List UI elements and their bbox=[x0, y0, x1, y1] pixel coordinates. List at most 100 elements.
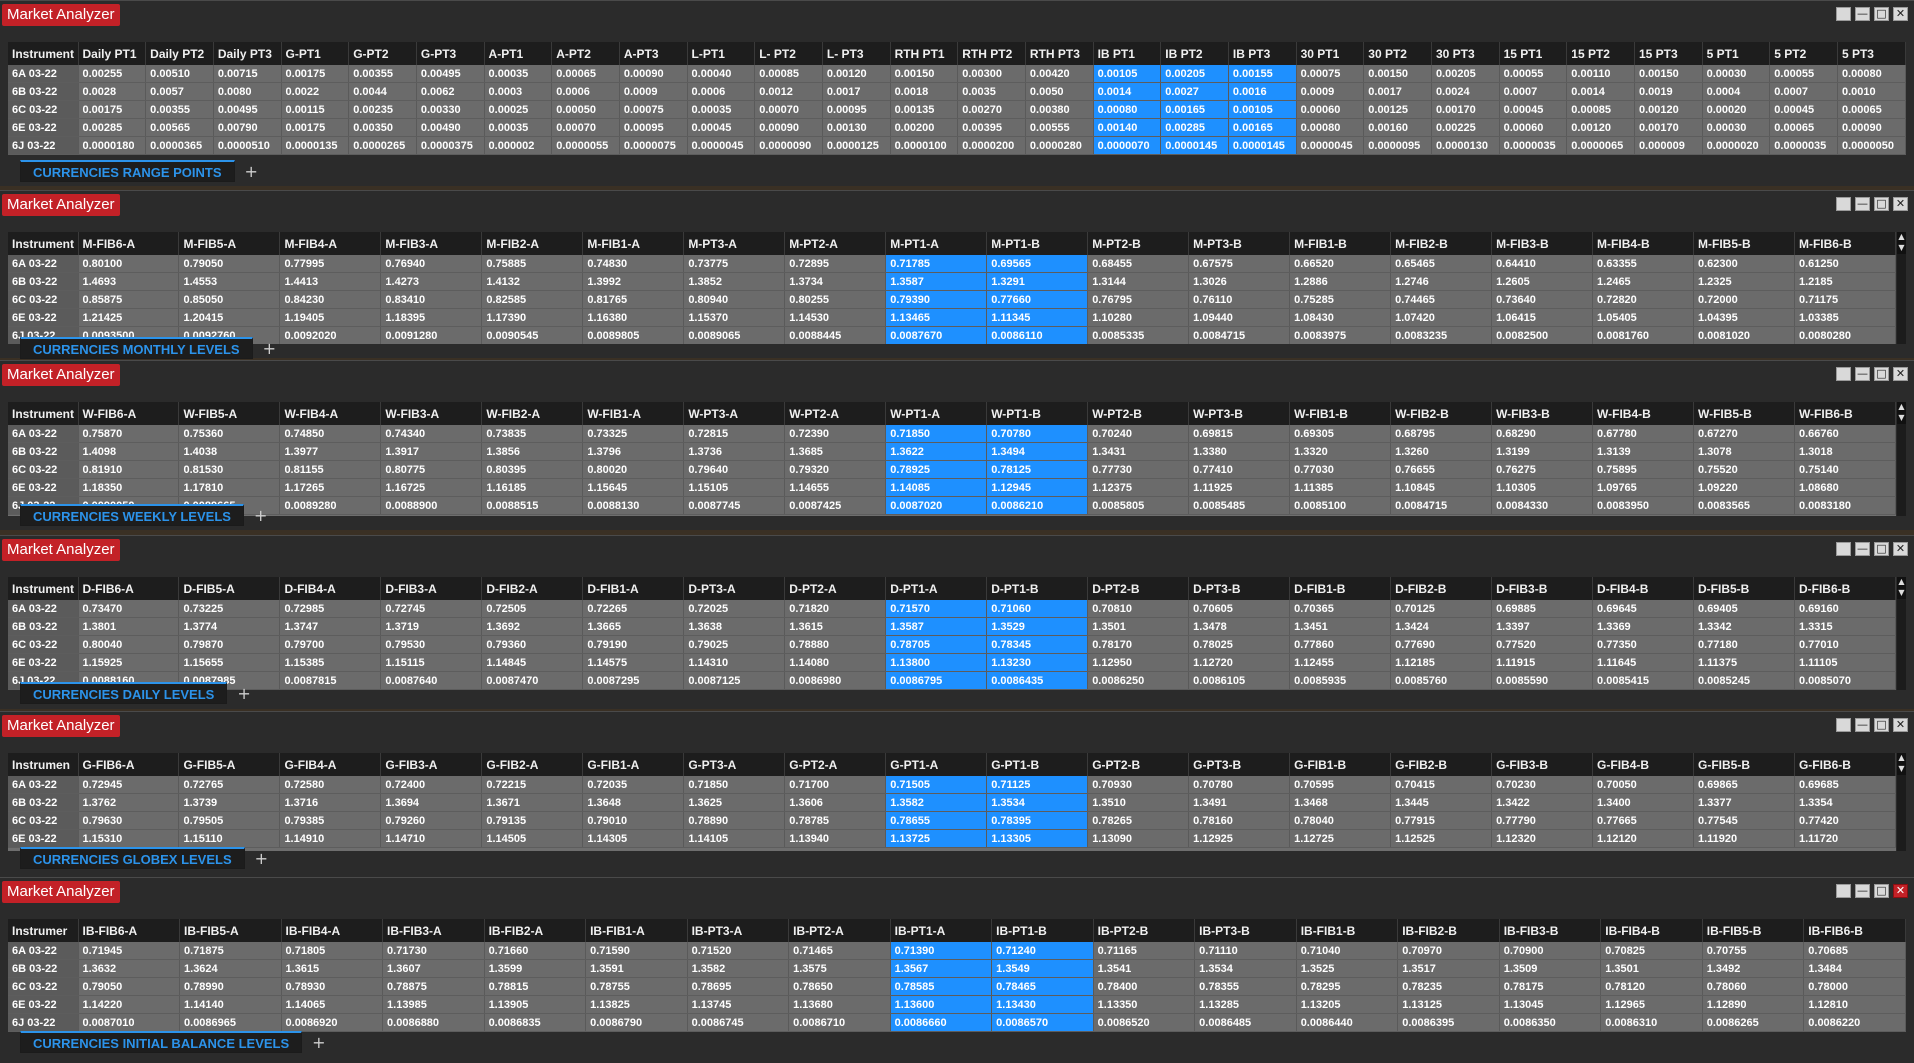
value-cell[interactable]: 0.0000045 bbox=[687, 136, 756, 155]
column-header[interactable]: W-FIB3-A bbox=[380, 402, 483, 425]
value-cell[interactable]: 0.79135 bbox=[481, 811, 584, 830]
value-cell[interactable]: 0.73640 bbox=[1491, 290, 1594, 309]
column-header[interactable]: W-FIB4-B bbox=[1592, 402, 1694, 425]
value-cell[interactable]: 0.72580 bbox=[279, 776, 382, 794]
value-cell[interactable]: 1.13045 bbox=[1499, 995, 1602, 1014]
value-cell[interactable]: 0.73835 bbox=[481, 425, 584, 443]
value-cell[interactable]: 1.3599 bbox=[484, 959, 587, 978]
column-header[interactable]: IB PT3 bbox=[1228, 42, 1297, 65]
value-cell[interactable]: 0.00205 bbox=[1160, 65, 1229, 83]
value-cell[interactable]: 0.80020 bbox=[582, 460, 685, 479]
value-cell[interactable]: 0.71110 bbox=[1194, 942, 1297, 960]
value-cell[interactable]: 0.72895 bbox=[784, 255, 887, 273]
value-cell[interactable]: 0.72820 bbox=[1592, 290, 1694, 309]
value-cell[interactable]: 1.10280 bbox=[1087, 308, 1190, 327]
value-cell[interactable]: 1.3606 bbox=[784, 793, 887, 812]
value-cell[interactable]: 0.0092020 bbox=[279, 326, 382, 344]
value-cell[interactable]: 0.00495 bbox=[416, 65, 485, 83]
value-cell[interactable]: 0.00080 bbox=[1093, 100, 1162, 119]
vertical-scrollbar[interactable]: ▲ ▼ bbox=[1897, 577, 1906, 690]
column-header[interactable]: G-PT1 bbox=[281, 42, 350, 65]
value-cell[interactable]: 1.4132 bbox=[481, 272, 584, 291]
value-cell[interactable]: 1.3665 bbox=[582, 617, 685, 636]
value-cell[interactable]: 0.74340 bbox=[380, 425, 483, 443]
value-cell[interactable]: 0.0083975 bbox=[1289, 326, 1392, 344]
value-cell[interactable]: 1.11720 bbox=[1794, 829, 1896, 848]
column-header[interactable]: M-FIB4-A bbox=[279, 232, 382, 255]
value-cell[interactable]: 0.61250 bbox=[1794, 255, 1896, 273]
value-cell[interactable]: 0.80395 bbox=[481, 460, 584, 479]
instrument-cell[interactable]: 6C 03-22 bbox=[8, 635, 79, 654]
value-cell[interactable]: 0.00095 bbox=[822, 100, 891, 119]
value-cell[interactable]: 1.3534 bbox=[1194, 959, 1297, 978]
value-cell[interactable]: 0.74465 bbox=[1390, 290, 1493, 309]
value-cell[interactable]: 1.3622 bbox=[885, 442, 988, 461]
value-cell[interactable]: 0.00065 bbox=[1769, 118, 1838, 137]
column-header[interactable]: G-FIB6-A bbox=[78, 753, 180, 776]
value-cell[interactable]: 1.12525 bbox=[1390, 829, 1493, 848]
value-cell[interactable]: 0.0087640 bbox=[380, 671, 483, 690]
value-cell[interactable]: 0.0087125 bbox=[683, 671, 786, 690]
value-cell[interactable]: 1.2185 bbox=[1794, 272, 1896, 291]
value-cell[interactable]: 0.00020 bbox=[1702, 100, 1771, 119]
value-cell[interactable]: 1.13825 bbox=[585, 995, 688, 1014]
value-cell[interactable]: 0.00070 bbox=[551, 118, 620, 137]
value-cell[interactable]: 0.73775 bbox=[683, 255, 786, 273]
value-cell[interactable]: 1.3397 bbox=[1491, 617, 1594, 636]
value-cell[interactable]: 1.3638 bbox=[683, 617, 786, 636]
minimize-icon[interactable]: — bbox=[1855, 197, 1870, 211]
value-cell[interactable]: 0.71730 bbox=[382, 942, 485, 960]
column-header[interactable]: Instrumen bbox=[8, 753, 79, 776]
column-header[interactable]: L- PT2 bbox=[754, 42, 823, 65]
value-cell[interactable]: 1.12965 bbox=[1600, 995, 1703, 1014]
value-cell[interactable]: 0.70595 bbox=[1289, 776, 1392, 794]
value-cell[interactable]: 0.0007 bbox=[1499, 82, 1568, 101]
value-cell[interactable]: 0.79640 bbox=[683, 460, 786, 479]
value-cell[interactable]: 1.15385 bbox=[279, 653, 382, 672]
value-cell[interactable]: 0.72035 bbox=[582, 776, 685, 794]
value-cell[interactable]: 0.00350 bbox=[348, 118, 417, 137]
value-cell[interactable]: 0.70755 bbox=[1702, 942, 1805, 960]
value-cell[interactable]: 0.0086440 bbox=[1296, 1013, 1399, 1032]
value-cell[interactable]: 0.00165 bbox=[1228, 118, 1297, 137]
column-header[interactable]: D-FIB2-B bbox=[1390, 577, 1493, 600]
column-header[interactable]: L-PT1 bbox=[687, 42, 756, 65]
close-icon[interactable]: ✕ bbox=[1893, 7, 1908, 21]
value-cell[interactable]: 0.77010 bbox=[1794, 635, 1896, 654]
value-cell[interactable]: 0.0088445 bbox=[784, 326, 887, 344]
value-cell[interactable]: 1.17390 bbox=[481, 308, 584, 327]
column-header[interactable]: IB-FIB1-A bbox=[585, 919, 688, 942]
value-cell[interactable]: 0.79385 bbox=[279, 811, 382, 830]
value-cell[interactable]: 0.00790 bbox=[213, 118, 282, 137]
column-header[interactable]: IB-FIB5-B bbox=[1702, 919, 1805, 942]
value-cell[interactable]: 0.63355 bbox=[1592, 255, 1694, 273]
value-cell[interactable]: 1.12455 bbox=[1289, 653, 1392, 672]
value-cell[interactable]: 0.72945 bbox=[78, 776, 180, 794]
value-cell[interactable]: 1.3856 bbox=[481, 442, 584, 461]
column-header[interactable]: D-FIB1-B bbox=[1289, 577, 1392, 600]
tile-icon[interactable] bbox=[1836, 7, 1851, 21]
value-cell[interactable]: 1.13600 bbox=[890, 995, 993, 1014]
column-header[interactable]: D-PT3-A bbox=[683, 577, 786, 600]
value-cell[interactable]: 0.000009 bbox=[1634, 136, 1703, 155]
value-cell[interactable]: 0.00060 bbox=[1296, 100, 1365, 119]
value-cell[interactable]: 0.0087425 bbox=[784, 496, 887, 515]
value-cell[interactable]: 0.0028 bbox=[78, 82, 147, 101]
value-cell[interactable]: 0.67780 bbox=[1592, 425, 1694, 443]
instrument-cell[interactable]: 6A 03-22 bbox=[8, 776, 79, 794]
value-cell[interactable]: 1.14080 bbox=[784, 653, 887, 672]
value-cell[interactable]: 0.00045 bbox=[687, 118, 756, 137]
value-cell[interactable]: 0.77665 bbox=[1592, 811, 1694, 830]
value-cell[interactable]: 1.14220 bbox=[78, 995, 181, 1014]
column-header[interactable]: IB-FIB6-A bbox=[78, 919, 181, 942]
value-cell[interactable]: 0.0014 bbox=[1566, 82, 1635, 101]
value-cell[interactable]: 0.84230 bbox=[279, 290, 382, 309]
value-cell[interactable]: 0.00045 bbox=[1769, 100, 1838, 119]
value-cell[interactable]: 0.77520 bbox=[1491, 635, 1594, 654]
value-cell[interactable]: 0.0000365 bbox=[145, 136, 214, 155]
column-header[interactable]: IB-PT2-B bbox=[1093, 919, 1196, 942]
value-cell[interactable]: 0.0019 bbox=[1634, 82, 1703, 101]
column-header[interactable]: G-FIB1-A bbox=[582, 753, 685, 776]
value-cell[interactable]: 0.71785 bbox=[885, 255, 988, 273]
value-cell[interactable]: 0.0086965 bbox=[179, 1013, 282, 1032]
